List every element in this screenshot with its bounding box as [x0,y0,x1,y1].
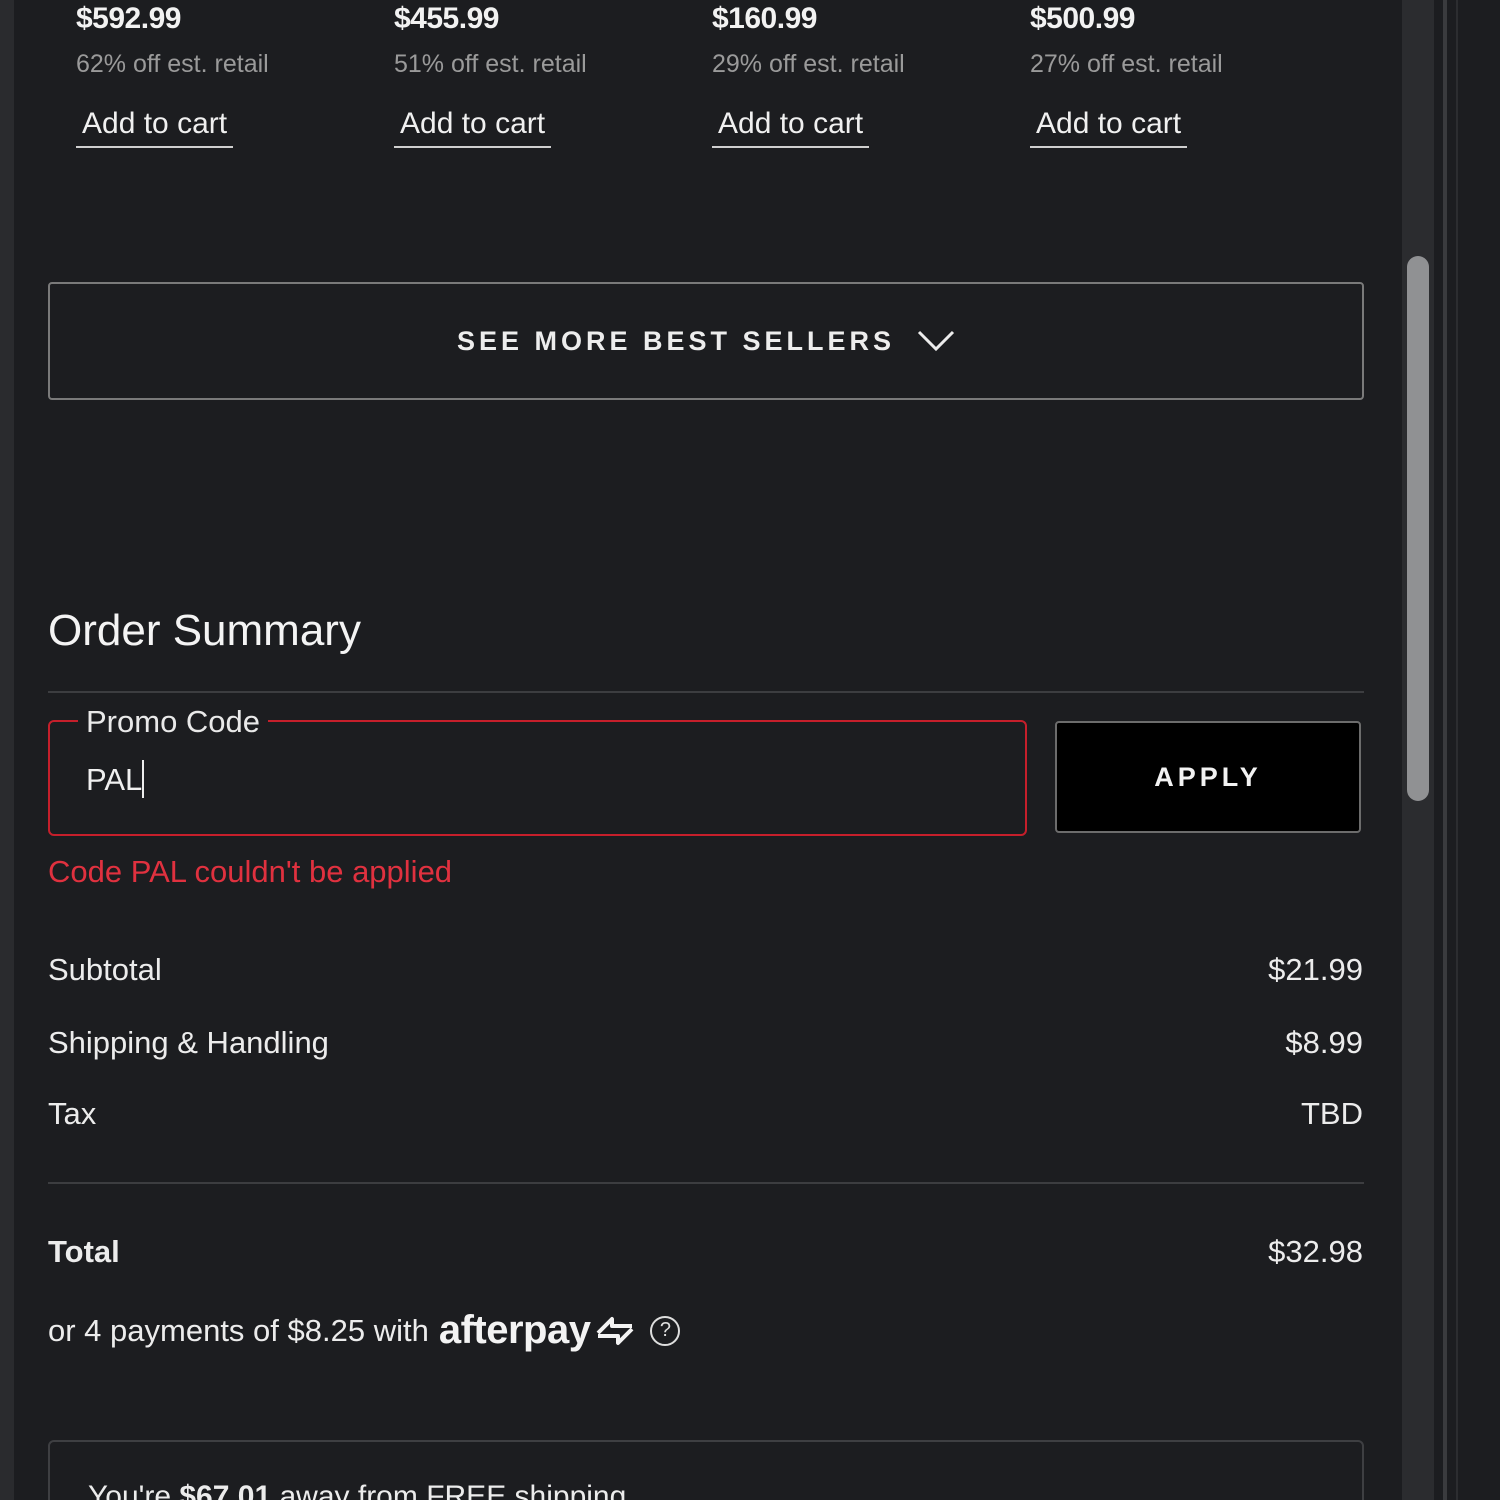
product-discount: 29% off est. retail [712,50,905,78]
order-summary-title: Order Summary [48,606,361,655]
tax-value: TBD [1301,1096,1363,1131]
cart-page: $592.99 62% off est. retail Add to cart … [0,0,1500,1500]
text-caret [142,760,144,798]
free-shipping-text: You're $67.01 away from FREE shipping [88,1480,626,1500]
promo-error-message: Code PAL couldn't be applied [48,854,453,889]
afterpay-arrows-icon [597,1316,634,1345]
free-shipping-prefix: You're [88,1480,172,1500]
product-price: $160.99 [712,2,817,35]
see-more-label: SEE MORE BEST SELLERS [456,325,896,356]
shipping-label: Shipping & Handling [48,1025,329,1060]
question-circle-icon[interactable]: ? [650,1315,681,1346]
add-to-cart-button[interactable]: Add to cart [76,104,234,148]
promo-code-field[interactable]: Promo Code [48,702,1027,836]
tax-label: Tax [48,1096,97,1131]
free-shipping-banner: You're $67.01 away from FREE shipping [48,1440,1364,1500]
afterpay-logo: afterpay [438,1308,591,1352]
product-discount: 27% off est. retail [1030,50,1223,78]
see-more-best-sellers-button[interactable]: SEE MORE BEST SELLERS [48,282,1364,400]
product-price: $500.99 [1030,2,1135,35]
product-price: $592.99 [76,2,181,35]
total-label: Total [48,1234,120,1269]
apply-promo-button[interactable]: APPLY [1055,721,1361,833]
product-discount: 51% off est. retail [394,50,587,78]
product-price: $455.99 [394,2,499,35]
divider [48,1182,1364,1184]
afterpay-text: or 4 payments of $8.25 with [48,1312,429,1348]
chevron-down-icon [917,330,955,352]
shipping-value: $8.99 [1285,1025,1363,1060]
add-to-cart-button[interactable]: Add to cart [394,104,552,148]
product-discount: 62% off est. retail [76,50,269,78]
add-to-cart-button[interactable]: Add to cart [712,104,870,148]
divider [48,691,1364,693]
subtotal-label: Subtotal [48,952,162,987]
scrollbar-thumb[interactable] [1407,256,1429,801]
promo-code-input[interactable] [86,758,986,802]
window-frame-edge [1443,0,1447,1500]
window-frame-gutter [1456,0,1500,1500]
subtotal-value: $21.99 [1268,952,1363,987]
promo-code-label: Promo Code [78,702,269,742]
free-shipping-amount: $67.01 [179,1480,272,1500]
afterpay-row: or 4 payments of $8.25 with afterpay ? [48,1308,681,1353]
free-shipping-suffix: away from FREE shipping [279,1480,627,1500]
left-window-edge [0,0,14,1500]
add-to-cart-button[interactable]: Add to cart [1030,104,1188,148]
total-value: $32.98 [1268,1234,1363,1269]
